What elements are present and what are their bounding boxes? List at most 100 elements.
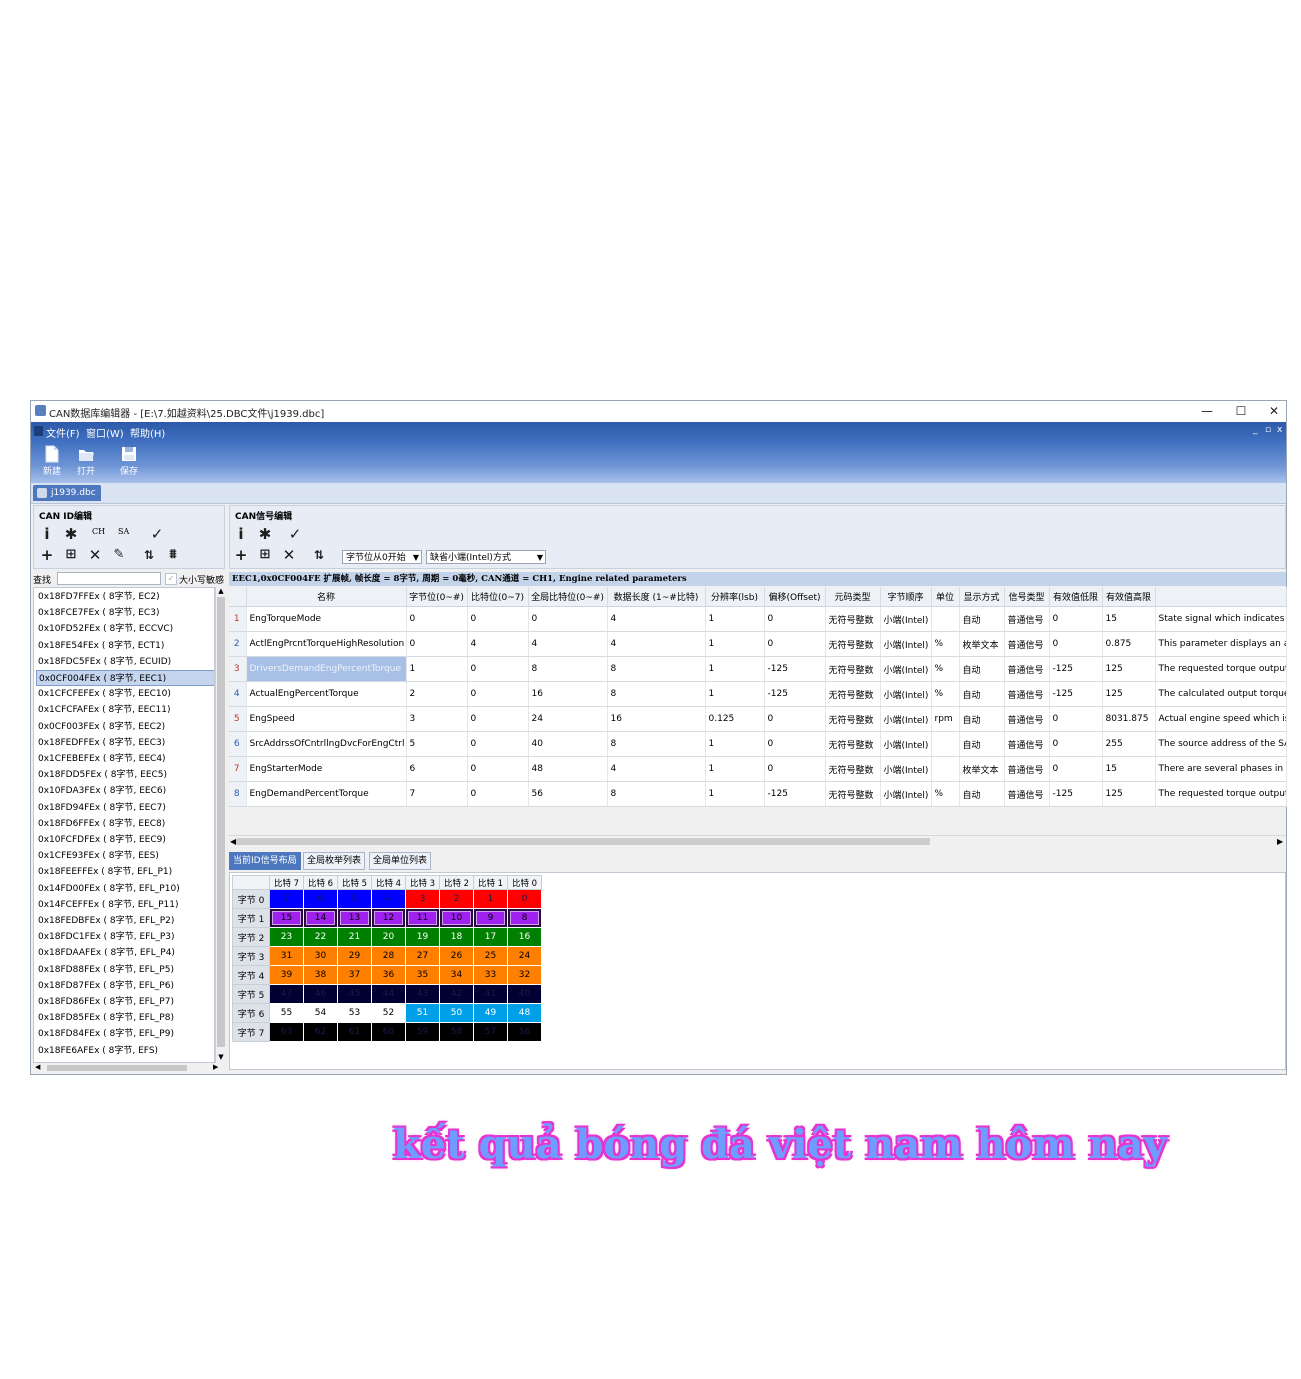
tab-signal-layout[interactable]: 当前ID信号布局 bbox=[229, 852, 301, 870]
table-cell[interactable]: 普通信号 bbox=[1004, 731, 1050, 757]
table-cell[interactable]: 普通信号 bbox=[1004, 681, 1050, 707]
table-cell[interactable]: 无符号整数 bbox=[825, 731, 881, 757]
list-item[interactable]: 0x18FEDBFEx ( 8字节, EFL_P2) bbox=[36, 913, 214, 929]
search-input[interactable] bbox=[57, 572, 161, 585]
table-cell[interactable]: EngTorqueMode bbox=[246, 606, 407, 632]
row-number[interactable]: 7 bbox=[229, 756, 247, 782]
bit-cell[interactable]: 5 bbox=[337, 889, 372, 909]
close-button[interactable]: ✕ bbox=[1259, 403, 1289, 420]
bit-cell[interactable]: 31 bbox=[269, 946, 304, 966]
wizard-icon[interactable]: ✱ bbox=[62, 525, 80, 543]
save-button[interactable]: 保存 bbox=[114, 443, 144, 481]
column-header[interactable]: 比特位(0~7) bbox=[467, 587, 529, 607]
list-item[interactable]: 0x18FD6FFEx ( 8字节, EEC8) bbox=[36, 816, 214, 832]
table-cell[interactable]: 0 bbox=[1049, 756, 1103, 782]
table-cell[interactable]: 1 bbox=[705, 731, 765, 757]
column-header[interactable]: 有效值低限 bbox=[1049, 587, 1103, 607]
signal-add-icon[interactable]: + bbox=[232, 546, 250, 564]
table-cell[interactable]: 0 bbox=[467, 756, 529, 782]
bit-cell[interactable]: 51 bbox=[405, 1003, 440, 1023]
table-cell[interactable]: EngStarterMode bbox=[246, 756, 407, 782]
table-cell[interactable]: 0.125 bbox=[705, 706, 765, 732]
column-header[interactable]: 有效值高限 bbox=[1102, 587, 1156, 607]
menu-help[interactable]: 帮助(H) bbox=[130, 425, 165, 440]
list-item[interactable]: 0x18FD88FEx ( 8字节, EFL_P5) bbox=[36, 962, 214, 978]
menu-file[interactable]: 文件(F) bbox=[46, 425, 80, 440]
bit-cell[interactable]: 59 bbox=[405, 1022, 440, 1042]
bit-cell[interactable]: 7 bbox=[269, 889, 304, 909]
table-cell[interactable]: 小端(Intel) bbox=[880, 681, 932, 707]
table-cell[interactable]: % bbox=[931, 631, 960, 657]
table-cell[interactable] bbox=[931, 606, 960, 632]
list-item[interactable]: 0x0CF003FEx ( 8字节, EEC2) bbox=[36, 719, 214, 735]
column-header[interactable]: 分辨率(lsb) bbox=[705, 587, 765, 607]
table-row[interactable]: 3 DriversDemandEngPercentTorque 1 0 8 8 1 -125 无… bbox=[229, 656, 1287, 682]
bit-cell[interactable]: 42 bbox=[439, 984, 474, 1004]
bit-cell[interactable]: 6 bbox=[303, 889, 338, 909]
table-cell[interactable]: 4 bbox=[607, 756, 706, 782]
column-header[interactable]: 单位 bbox=[931, 587, 960, 607]
bit-cell[interactable]: 36 bbox=[371, 965, 406, 985]
bit-cell[interactable]: 26 bbox=[439, 946, 474, 966]
table-cell[interactable]: -125 bbox=[1049, 781, 1103, 807]
mdi-restore-button[interactable]: ▫ bbox=[1265, 425, 1271, 435]
table-cell[interactable]: 15 bbox=[1102, 606, 1156, 632]
bit-cell[interactable]: 54 bbox=[303, 1003, 338, 1023]
scroll-up-icon[interactable]: ▲ bbox=[217, 587, 225, 595]
tab-unit-list[interactable]: 全局单位列表 bbox=[369, 852, 432, 870]
bit-cell[interactable]: 61 bbox=[337, 1022, 372, 1042]
table-cell[interactable]: 0 bbox=[764, 756, 826, 782]
table-cell[interactable]: 枚举文本 bbox=[959, 631, 1005, 657]
bit-cell[interactable]: 38 bbox=[303, 965, 338, 985]
bit-cell[interactable]: 10 bbox=[439, 908, 474, 928]
scroll-down-icon[interactable]: ▼ bbox=[217, 1053, 225, 1061]
table-cell[interactable]: EngSpeed bbox=[246, 706, 407, 732]
table-cell[interactable] bbox=[931, 756, 960, 782]
bit-cell[interactable]: 56 bbox=[507, 1022, 542, 1042]
open-button[interactable]: 打开 bbox=[71, 443, 101, 481]
table-cell[interactable]: 16 bbox=[528, 681, 608, 707]
table-cell[interactable]: 普通信号 bbox=[1004, 656, 1050, 682]
list-item[interactable]: 0x1CFE93FEx ( 8字节, EES) bbox=[36, 848, 214, 864]
table-cell[interactable]: 125 bbox=[1102, 681, 1156, 707]
bit-cell[interactable]: 34 bbox=[439, 965, 474, 985]
h-scroll-thumb[interactable] bbox=[237, 838, 930, 845]
bit-cell[interactable]: 15 bbox=[269, 908, 304, 928]
list-item[interactable]: 0x1CFCFEFEx ( 8字节, EEC10) bbox=[36, 686, 214, 702]
table-cell[interactable]: 0 bbox=[528, 606, 608, 632]
table-cell[interactable]: 1 bbox=[406, 656, 468, 682]
bit-cell[interactable]: 50 bbox=[439, 1003, 474, 1023]
list-item[interactable]: 0x14FD00FEx ( 8字节, EFL_P10) bbox=[36, 881, 214, 897]
column-header[interactable]: 数据长度 (1~#比特) bbox=[607, 587, 706, 607]
column-header[interactable]: 元码类型 bbox=[825, 587, 881, 607]
list-item[interactable]: 0x18FD84FEx ( 8字节, EFL_P9) bbox=[36, 1026, 214, 1042]
table-cell[interactable]: 1 bbox=[705, 656, 765, 682]
bit-cell[interactable]: 41 bbox=[473, 984, 508, 1004]
column-header[interactable]: 字节位(0~#) bbox=[406, 587, 468, 607]
table-cell[interactable]: 自动 bbox=[959, 656, 1005, 682]
table-cell[interactable]: -125 bbox=[1049, 681, 1103, 707]
bit-cell[interactable]: 27 bbox=[405, 946, 440, 966]
table-cell[interactable]: 8031.875 bbox=[1102, 706, 1156, 732]
minimize-button[interactable]: — bbox=[1192, 403, 1222, 420]
list-item[interactable]: 0x18FE54FEx ( 8字节, ECT1) bbox=[36, 638, 214, 654]
bit-cell[interactable]: 45 bbox=[337, 984, 372, 1004]
table-cell[interactable]: % bbox=[931, 681, 960, 707]
bit-cell[interactable]: 2 bbox=[439, 889, 474, 909]
table-cell[interactable]: 0 bbox=[1049, 631, 1103, 657]
table-cell[interactable]: -125 bbox=[764, 681, 826, 707]
mdi-close-button[interactable]: x bbox=[1277, 425, 1282, 435]
list-item[interactable]: 0x18FDC1FEx ( 8字节, EFL_P3) bbox=[36, 929, 214, 945]
table-cell[interactable]: 4 bbox=[467, 631, 529, 657]
table-cell[interactable]: 小端(Intel) bbox=[880, 606, 932, 632]
table-cell[interactable]: The requested torque output bbox=[1155, 781, 1287, 807]
table-cell[interactable]: 0 bbox=[764, 631, 826, 657]
table-cell[interactable] bbox=[931, 731, 960, 757]
new-button[interactable]: 新建 bbox=[37, 443, 67, 481]
scroll-right-icon[interactable]: ▶ bbox=[1277, 837, 1283, 846]
table-cell[interactable]: 2 bbox=[406, 681, 468, 707]
signal-delete-icon[interactable]: ✕ bbox=[280, 546, 298, 564]
table-cell[interactable]: 1 bbox=[705, 681, 765, 707]
column-header[interactable]: 显示方式 bbox=[959, 587, 1005, 607]
table-cell[interactable]: 普通信号 bbox=[1004, 631, 1050, 657]
